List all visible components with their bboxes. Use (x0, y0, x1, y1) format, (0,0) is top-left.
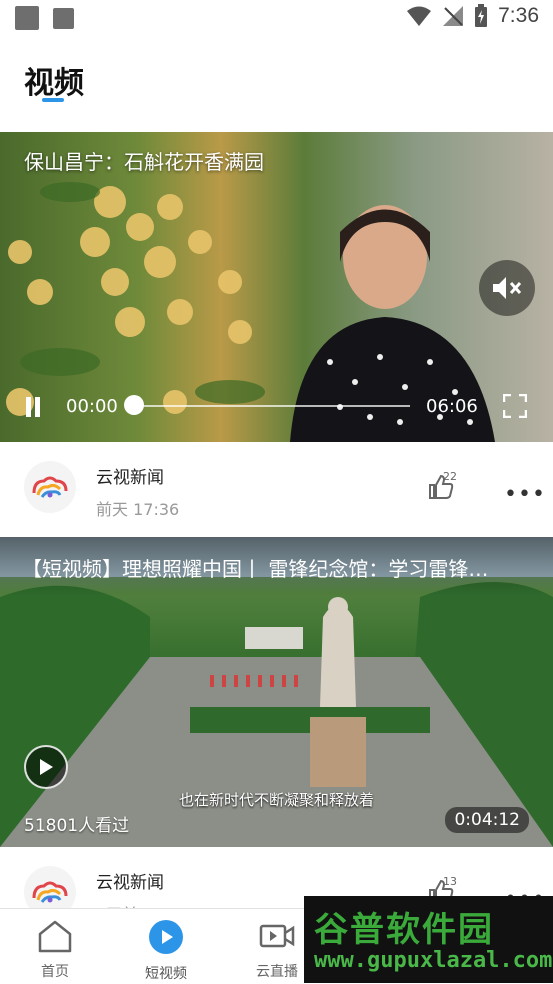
video-thumbnail (6, 182, 265, 416)
like-count: 13 (443, 875, 457, 888)
page-header: 视频 (0, 38, 553, 130)
video-card[interactable]: 【短视频】理想照耀中国丨 雷锋纪念馆：学习雷锋… 也在新时代不断凝聚和释放着 5… (0, 537, 553, 847)
total-time: 06:06 (426, 396, 478, 417)
author-name[interactable]: 云视新闻 (96, 463, 164, 488)
video-title: 保山昌宁：石斛花开香满园 (24, 150, 264, 174)
publish-time: 前天 17:36 (96, 500, 180, 519)
video-title: 【短视频】理想照耀中国丨 雷锋纪念馆：学习雷锋… (22, 557, 489, 581)
watermark-title: 谷普软件园 (314, 910, 494, 950)
page-title: 视频 (24, 66, 84, 101)
video-info-row: 云视新闻 前天 17:36 22 ••• (0, 442, 553, 537)
watermark: 谷普软件园 www.gupuxlazal.com (304, 896, 553, 983)
fullscreen-icon[interactable] (503, 394, 527, 418)
notification-icon (53, 8, 74, 29)
avatar[interactable] (24, 461, 76, 513)
nav-short-video[interactable]: 短视频 (126, 919, 206, 983)
nav-short-video-label: 短视频 (145, 966, 187, 982)
watermark-url: www.gupuxlazal.com (314, 948, 553, 973)
battery-icon (475, 4, 488, 27)
yunshi-logo-icon (32, 476, 68, 498)
wifi-icon (407, 6, 432, 26)
title-underline (42, 98, 64, 102)
pause-button[interactable] (24, 396, 42, 418)
status-bar: 7:36 (0, 0, 553, 38)
video-camera-icon (259, 924, 295, 948)
muted-speaker-icon (493, 277, 522, 299)
like-count: 22 (443, 470, 457, 483)
seek-bar[interactable] (133, 405, 410, 407)
more-options-button[interactable]: ••• (504, 482, 546, 507)
nav-home[interactable]: 首页 (15, 919, 95, 981)
author-name[interactable]: 云视新闻 (96, 868, 164, 893)
view-count: 51801人看过 (24, 816, 130, 836)
play-button[interactable] (24, 745, 68, 789)
current-time: 00:00 (66, 396, 118, 417)
video-duration: 0:04:12 (445, 807, 529, 833)
video-title-bar: 【短视频】理想照耀中国丨 雷锋纪念馆：学习雷锋… (0, 537, 553, 597)
seek-handle[interactable] (124, 395, 144, 415)
clock: 7:36 (498, 4, 539, 27)
home-icon (38, 920, 72, 953)
play-icon (40, 759, 53, 775)
mute-button[interactable] (479, 260, 535, 316)
nav-home-label: 首页 (41, 964, 69, 980)
play-circle-icon (149, 920, 183, 954)
notification-icon (15, 6, 39, 30)
video-player[interactable]: 保山昌宁：石斛花开香满园 00:00 06:06 (0, 132, 553, 442)
yunshi-logo-icon (32, 881, 68, 903)
no-signal-icon (443, 6, 464, 26)
